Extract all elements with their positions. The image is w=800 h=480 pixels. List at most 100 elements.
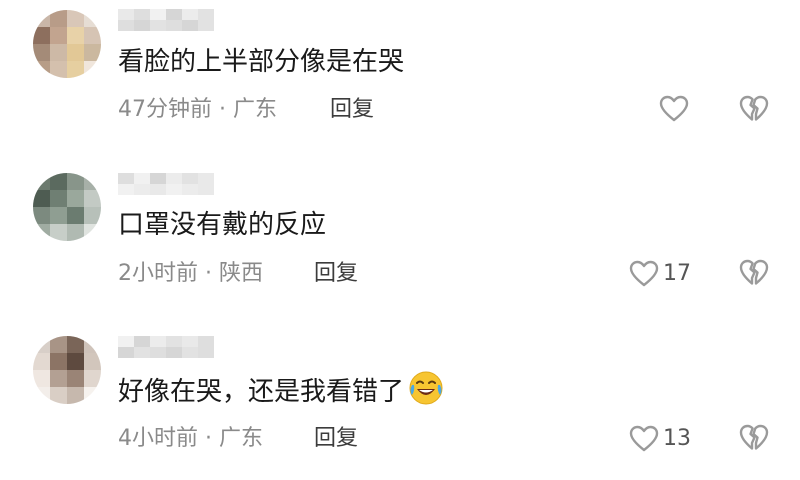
username-blurred[interactable] — [118, 9, 218, 31]
username-blurred[interactable] — [118, 173, 218, 195]
broken-heart-icon — [739, 259, 769, 291]
like-button[interactable]: 17 — [629, 259, 691, 289]
avatar-pixel — [33, 387, 50, 404]
avatar-pixel — [84, 207, 101, 224]
avatar-pixel — [33, 173, 50, 190]
comment-location: 广东 — [219, 426, 264, 451]
avatar-pixel — [33, 224, 50, 241]
dislike-button[interactable] — [739, 424, 769, 456]
avatar-pixel — [33, 336, 50, 353]
username-pixel — [182, 9, 198, 20]
comment-time: 4小时前 — [118, 426, 198, 451]
laughing-crying-emoji-icon — [408, 370, 444, 406]
reply-button[interactable]: 回复 — [330, 95, 374, 125]
avatar-pixel — [67, 387, 84, 404]
avatar-pixel — [67, 61, 84, 78]
username-pixel — [150, 173, 166, 184]
avatar-pixel — [50, 44, 67, 61]
username-pixel — [182, 184, 198, 195]
avatar[interactable] — [33, 10, 101, 78]
avatar-pixel — [84, 387, 101, 404]
avatar-pixel — [84, 61, 101, 78]
comment-item: 看脸的上半部分像是在哭 47分钟前 · 广东 回复 — [0, 0, 800, 150]
comment-location: 陕西 — [219, 261, 264, 286]
avatar-pixel — [67, 27, 84, 44]
comment-item: 好像在哭，还是我看错了 4小时前 · 广东 回复 13 — [0, 330, 800, 480]
comment-meta: 4小时前 · 广东 — [118, 424, 263, 454]
avatar[interactable] — [33, 173, 101, 241]
avatar-pixel — [33, 27, 50, 44]
username-pixel — [134, 336, 150, 347]
username-pixel — [118, 347, 134, 358]
like-count: 17 — [663, 261, 691, 286]
like-count: 13 — [663, 426, 691, 451]
meta-separator: · — [205, 426, 212, 451]
avatar-pixel — [50, 173, 67, 190]
avatar-pixel — [33, 10, 50, 27]
avatar-pixel — [50, 224, 67, 241]
username-pixel — [134, 173, 150, 184]
avatar-pixel — [33, 353, 50, 370]
like-button[interactable]: 13 — [629, 424, 691, 454]
avatar-pixel — [33, 44, 50, 61]
avatar-pixel — [33, 61, 50, 78]
username-pixel — [182, 173, 198, 184]
username-pixel — [198, 9, 214, 20]
avatar-pixel — [67, 44, 84, 61]
comment-meta: 47分钟前 · 广东 — [118, 95, 277, 125]
username-pixel — [166, 20, 182, 31]
username-pixel — [166, 173, 182, 184]
avatar-pixel — [67, 173, 84, 190]
username-pixel — [118, 9, 134, 20]
heart-icon — [629, 260, 659, 288]
dislike-button[interactable] — [739, 259, 769, 291]
username-pixel — [118, 173, 134, 184]
avatar-pixel — [67, 370, 84, 387]
comment-time: 2小时前 — [118, 261, 198, 286]
like-button[interactable] — [659, 95, 693, 123]
avatar-pixel — [50, 370, 67, 387]
avatar-pixel — [67, 10, 84, 27]
username-pixel — [134, 347, 150, 358]
avatar-pixel — [33, 207, 50, 224]
avatar-pixel — [50, 27, 67, 44]
username-pixel — [198, 347, 214, 358]
username-pixel — [150, 347, 166, 358]
username-pixel — [182, 347, 198, 358]
reply-button[interactable]: 回复 — [314, 424, 358, 454]
reply-button[interactable]: 回复 — [314, 259, 358, 289]
username-pixel — [134, 20, 150, 31]
username-pixel — [118, 336, 134, 347]
username-pixel — [198, 184, 214, 195]
avatar-pixel — [84, 44, 101, 61]
avatar-pixel — [50, 10, 67, 27]
avatar-pixel — [50, 207, 67, 224]
avatar-pixel — [84, 224, 101, 241]
username-pixel — [134, 184, 150, 195]
avatar-pixel — [50, 190, 67, 207]
comment-text: 口罩没有戴的反应 — [118, 210, 327, 240]
avatar-pixel — [84, 10, 101, 27]
username-pixel — [150, 336, 166, 347]
username-blurred[interactable] — [118, 336, 218, 358]
avatar-pixel — [67, 336, 84, 353]
avatar-pixel — [50, 61, 67, 78]
comment-meta: 2小时前 · 陕西 — [118, 259, 263, 289]
avatar-pixel — [67, 224, 84, 241]
comment-text-content: 好像在哭，还是我看错了 — [118, 377, 405, 407]
avatar-pixel — [50, 336, 67, 353]
comment-location: 广东 — [233, 97, 278, 122]
username-pixel — [134, 9, 150, 20]
username-pixel — [198, 336, 214, 347]
comment-time: 47分钟前 — [118, 97, 212, 122]
avatar-pixel — [50, 387, 67, 404]
avatar-pixel — [33, 370, 50, 387]
avatar-pixel — [84, 370, 101, 387]
avatar[interactable] — [33, 336, 101, 404]
broken-heart-icon — [739, 424, 769, 456]
dislike-button[interactable] — [739, 95, 769, 127]
username-pixel — [166, 347, 182, 358]
username-pixel — [150, 9, 166, 20]
avatar-pixel — [33, 190, 50, 207]
avatar-pixel — [67, 353, 84, 370]
